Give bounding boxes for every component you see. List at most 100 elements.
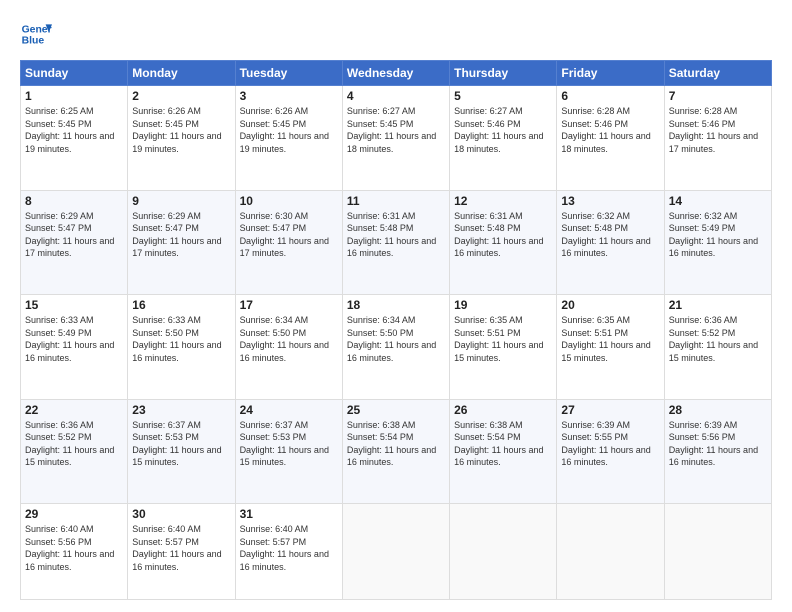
day-info: Sunrise: 6:34 AMSunset: 5:50 PMDaylight:… <box>347 315 436 363</box>
day-number: 24 <box>240 403 338 417</box>
day-info: Sunrise: 6:37 AMSunset: 5:53 PMDaylight:… <box>132 420 221 468</box>
day-number: 19 <box>454 298 552 312</box>
header: General Blue <box>20 18 772 50</box>
page: General Blue SundayMondayTuesdayWednesda… <box>0 0 792 612</box>
day-number: 26 <box>454 403 552 417</box>
logo-icon: General Blue <box>20 18 52 50</box>
calendar-cell: 7 Sunrise: 6:28 AMSunset: 5:46 PMDayligh… <box>664 86 771 191</box>
calendar-cell: 16 Sunrise: 6:33 AMSunset: 5:50 PMDaylig… <box>128 295 235 400</box>
day-number: 12 <box>454 194 552 208</box>
calendar-cell: 29 Sunrise: 6:40 AMSunset: 5:56 PMDaylig… <box>21 504 128 600</box>
logo: General Blue <box>20 18 52 50</box>
calendar-cell <box>664 504 771 600</box>
calendar-cell: 9 Sunrise: 6:29 AMSunset: 5:47 PMDayligh… <box>128 190 235 295</box>
day-number: 27 <box>561 403 659 417</box>
day-info: Sunrise: 6:33 AMSunset: 5:50 PMDaylight:… <box>132 315 221 363</box>
calendar-cell: 6 Sunrise: 6:28 AMSunset: 5:46 PMDayligh… <box>557 86 664 191</box>
day-info: Sunrise: 6:39 AMSunset: 5:55 PMDaylight:… <box>561 420 650 468</box>
weekday-header-saturday: Saturday <box>664 61 771 86</box>
calendar-cell <box>450 504 557 600</box>
day-info: Sunrise: 6:30 AMSunset: 5:47 PMDaylight:… <box>240 211 329 259</box>
day-info: Sunrise: 6:31 AMSunset: 5:48 PMDaylight:… <box>454 211 543 259</box>
day-info: Sunrise: 6:40 AMSunset: 5:56 PMDaylight:… <box>25 524 114 572</box>
calendar-cell: 21 Sunrise: 6:36 AMSunset: 5:52 PMDaylig… <box>664 295 771 400</box>
calendar-cell: 11 Sunrise: 6:31 AMSunset: 5:48 PMDaylig… <box>342 190 449 295</box>
day-info: Sunrise: 6:28 AMSunset: 5:46 PMDaylight:… <box>561 106 650 154</box>
day-number: 1 <box>25 89 123 103</box>
day-number: 23 <box>132 403 230 417</box>
day-info: Sunrise: 6:25 AMSunset: 5:45 PMDaylight:… <box>25 106 114 154</box>
day-number: 9 <box>132 194 230 208</box>
day-number: 14 <box>669 194 767 208</box>
day-number: 17 <box>240 298 338 312</box>
day-info: Sunrise: 6:35 AMSunset: 5:51 PMDaylight:… <box>561 315 650 363</box>
day-info: Sunrise: 6:34 AMSunset: 5:50 PMDaylight:… <box>240 315 329 363</box>
day-info: Sunrise: 6:36 AMSunset: 5:52 PMDaylight:… <box>669 315 758 363</box>
day-number: 8 <box>25 194 123 208</box>
calendar-cell: 31 Sunrise: 6:40 AMSunset: 5:57 PMDaylig… <box>235 504 342 600</box>
day-number: 11 <box>347 194 445 208</box>
calendar-cell: 3 Sunrise: 6:26 AMSunset: 5:45 PMDayligh… <box>235 86 342 191</box>
day-info: Sunrise: 6:31 AMSunset: 5:48 PMDaylight:… <box>347 211 436 259</box>
calendar-cell: 2 Sunrise: 6:26 AMSunset: 5:45 PMDayligh… <box>128 86 235 191</box>
calendar-cell: 5 Sunrise: 6:27 AMSunset: 5:46 PMDayligh… <box>450 86 557 191</box>
day-info: Sunrise: 6:26 AMSunset: 5:45 PMDaylight:… <box>240 106 329 154</box>
day-info: Sunrise: 6:32 AMSunset: 5:49 PMDaylight:… <box>669 211 758 259</box>
calendar-cell: 1 Sunrise: 6:25 AMSunset: 5:45 PMDayligh… <box>21 86 128 191</box>
day-info: Sunrise: 6:38 AMSunset: 5:54 PMDaylight:… <box>347 420 436 468</box>
calendar-cell: 26 Sunrise: 6:38 AMSunset: 5:54 PMDaylig… <box>450 399 557 504</box>
day-number: 20 <box>561 298 659 312</box>
calendar-table: SundayMondayTuesdayWednesdayThursdayFrid… <box>20 60 772 600</box>
day-number: 3 <box>240 89 338 103</box>
day-info: Sunrise: 6:40 AMSunset: 5:57 PMDaylight:… <box>240 524 329 572</box>
weekday-header-sunday: Sunday <box>21 61 128 86</box>
day-number: 16 <box>132 298 230 312</box>
day-info: Sunrise: 6:40 AMSunset: 5:57 PMDaylight:… <box>132 524 221 572</box>
day-info: Sunrise: 6:28 AMSunset: 5:46 PMDaylight:… <box>669 106 758 154</box>
calendar-cell: 28 Sunrise: 6:39 AMSunset: 5:56 PMDaylig… <box>664 399 771 504</box>
calendar-cell: 24 Sunrise: 6:37 AMSunset: 5:53 PMDaylig… <box>235 399 342 504</box>
weekday-header-thursday: Thursday <box>450 61 557 86</box>
calendar-cell: 10 Sunrise: 6:30 AMSunset: 5:47 PMDaylig… <box>235 190 342 295</box>
day-number: 18 <box>347 298 445 312</box>
day-number: 25 <box>347 403 445 417</box>
day-number: 7 <box>669 89 767 103</box>
calendar-cell: 13 Sunrise: 6:32 AMSunset: 5:48 PMDaylig… <box>557 190 664 295</box>
calendar-cell: 25 Sunrise: 6:38 AMSunset: 5:54 PMDaylig… <box>342 399 449 504</box>
weekday-header-tuesday: Tuesday <box>235 61 342 86</box>
calendar-cell <box>342 504 449 600</box>
day-info: Sunrise: 6:29 AMSunset: 5:47 PMDaylight:… <box>25 211 114 259</box>
day-info: Sunrise: 6:33 AMSunset: 5:49 PMDaylight:… <box>25 315 114 363</box>
day-number: 15 <box>25 298 123 312</box>
weekday-header-wednesday: Wednesday <box>342 61 449 86</box>
calendar-cell <box>557 504 664 600</box>
day-info: Sunrise: 6:32 AMSunset: 5:48 PMDaylight:… <box>561 211 650 259</box>
day-number: 30 <box>132 507 230 521</box>
calendar-cell: 8 Sunrise: 6:29 AMSunset: 5:47 PMDayligh… <box>21 190 128 295</box>
svg-text:Blue: Blue <box>22 36 45 47</box>
day-info: Sunrise: 6:39 AMSunset: 5:56 PMDaylight:… <box>669 420 758 468</box>
calendar-cell: 12 Sunrise: 6:31 AMSunset: 5:48 PMDaylig… <box>450 190 557 295</box>
day-info: Sunrise: 6:27 AMSunset: 5:45 PMDaylight:… <box>347 106 436 154</box>
calendar-cell: 30 Sunrise: 6:40 AMSunset: 5:57 PMDaylig… <box>128 504 235 600</box>
day-info: Sunrise: 6:26 AMSunset: 5:45 PMDaylight:… <box>132 106 221 154</box>
calendar-cell: 17 Sunrise: 6:34 AMSunset: 5:50 PMDaylig… <box>235 295 342 400</box>
day-info: Sunrise: 6:35 AMSunset: 5:51 PMDaylight:… <box>454 315 543 363</box>
calendar-cell: 20 Sunrise: 6:35 AMSunset: 5:51 PMDaylig… <box>557 295 664 400</box>
calendar-cell: 18 Sunrise: 6:34 AMSunset: 5:50 PMDaylig… <box>342 295 449 400</box>
day-number: 21 <box>669 298 767 312</box>
day-info: Sunrise: 6:29 AMSunset: 5:47 PMDaylight:… <box>132 211 221 259</box>
calendar-cell: 27 Sunrise: 6:39 AMSunset: 5:55 PMDaylig… <box>557 399 664 504</box>
calendar-cell: 15 Sunrise: 6:33 AMSunset: 5:49 PMDaylig… <box>21 295 128 400</box>
day-number: 29 <box>25 507 123 521</box>
calendar-cell: 22 Sunrise: 6:36 AMSunset: 5:52 PMDaylig… <box>21 399 128 504</box>
day-number: 13 <box>561 194 659 208</box>
day-number: 28 <box>669 403 767 417</box>
day-info: Sunrise: 6:37 AMSunset: 5:53 PMDaylight:… <box>240 420 329 468</box>
day-number: 2 <box>132 89 230 103</box>
calendar-cell: 4 Sunrise: 6:27 AMSunset: 5:45 PMDayligh… <box>342 86 449 191</box>
day-number: 5 <box>454 89 552 103</box>
calendar-cell: 19 Sunrise: 6:35 AMSunset: 5:51 PMDaylig… <box>450 295 557 400</box>
day-info: Sunrise: 6:36 AMSunset: 5:52 PMDaylight:… <box>25 420 114 468</box>
day-number: 4 <box>347 89 445 103</box>
